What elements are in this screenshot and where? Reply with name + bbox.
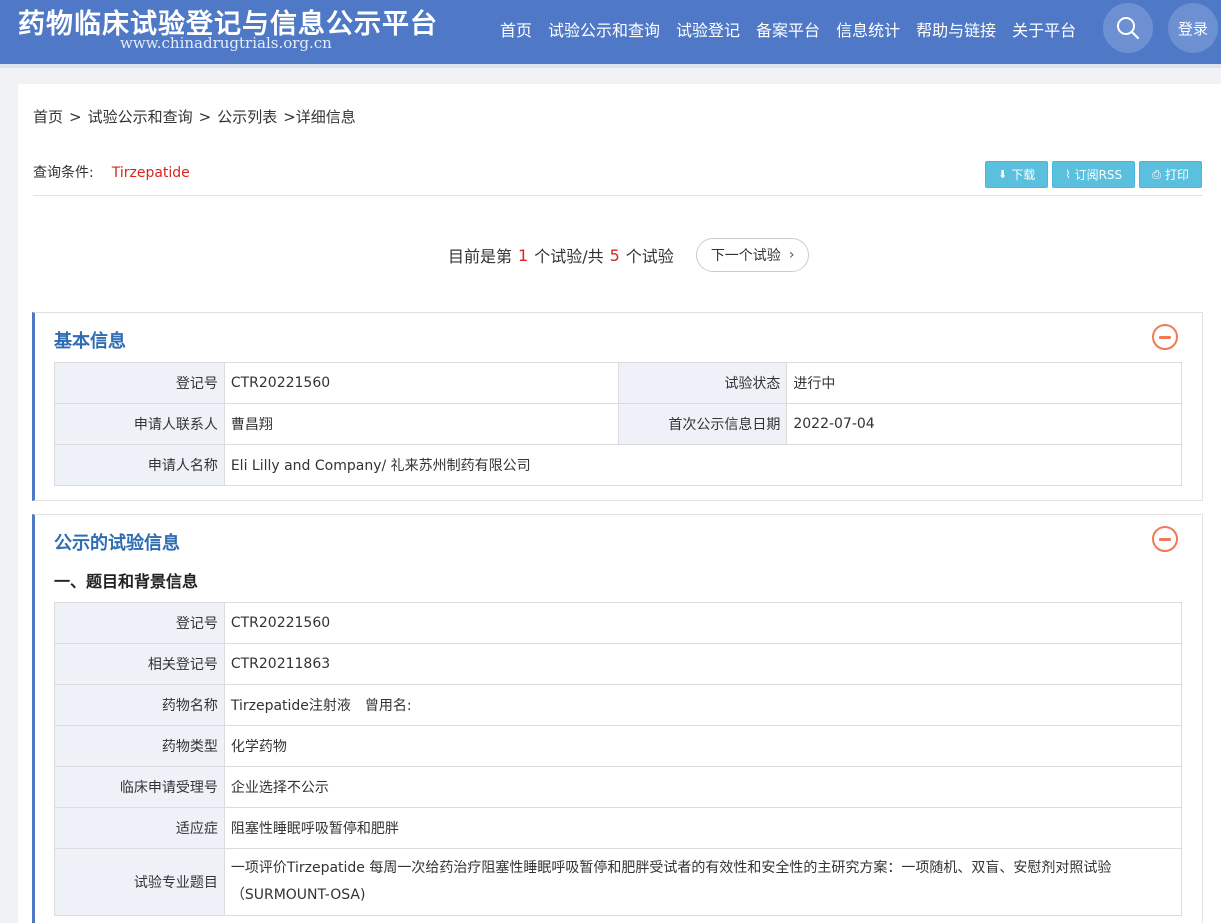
breadcrumb-current: >详细信息	[283, 108, 356, 126]
applicant-name-label: 申请人名称	[54, 444, 225, 486]
breadcrumb-home[interactable]: 首页	[33, 108, 63, 126]
row-label: 登记号	[54, 602, 225, 644]
print-button[interactable]: ⎙ 打印	[1139, 161, 1202, 188]
query-condition: 查询条件: Tirzepatide	[33, 162, 190, 182]
rss-button[interactable]: ⌇ 订阅RSS	[1052, 161, 1136, 188]
nav-item-home[interactable]: 首页	[500, 17, 532, 41]
query-label: 查询条件:	[33, 165, 94, 181]
applicant-contact-value: 曹昌翔	[223, 403, 619, 445]
trial-info-section: 公示的试验信息 一、题目和背景信息 登记号 CTR20221560 相关登记号 …	[32, 514, 1203, 923]
table-row: 申请人名称 Eli Lilly and Company/ 礼来苏州制药有限公司	[54, 444, 1183, 486]
applicant-name-value: Eli Lilly and Company/ 礼来苏州制药有限公司	[223, 444, 1183, 486]
row-label: 药物名称	[54, 684, 225, 726]
table-row: 申请人联系人 曹昌翔 首次公示信息日期 2022-07-04	[54, 403, 1182, 445]
row-label: 临床申请受理号	[54, 766, 225, 808]
download-label: 下载	[1011, 168, 1036, 182]
table-row: 试验专业题目 一项评价Tirzepatide 每周一次给药治疗阻塞性睡眠呼吸暂停…	[54, 848, 1183, 916]
search-button[interactable]	[1103, 3, 1153, 53]
action-buttons: ⬇ 下载 ⌇ 订阅RSS ⎙ 打印	[984, 161, 1202, 188]
basic-info-section: 基本信息 登记号 CTR20221560 试验状态 进行中 申请人联系人 曹昌翔…	[32, 312, 1203, 501]
pager-prefix: 目前是第	[448, 247, 513, 266]
table-row: 药物名称 Tirzepatide注射液 曾用名:	[54, 684, 1183, 726]
minus-circle-icon[interactable]	[1152, 324, 1178, 350]
breadcrumb: 首页 > 试验公示和查询 > 公示列表 >详细信息	[33, 106, 356, 127]
nav-item-trial-query[interactable]: 试验公示和查询	[548, 17, 660, 41]
table-row: 药物类型 化学药物	[54, 725, 1183, 767]
section-subtitle: 一、题目和背景信息	[54, 572, 199, 591]
trial-pager: 目前是第 1 个试验/共 5 个试验 下一个试验 ›	[448, 238, 810, 272]
divider	[33, 195, 1203, 196]
top-header: 药物临床试验登记与信息公示平台 www.chinadrugtrials.org.…	[0, 0, 1221, 68]
applicant-contact-label: 申请人联系人	[54, 403, 225, 445]
row-value: CTR20211863	[223, 643, 1183, 685]
rss-icon: ⌇	[1065, 168, 1071, 181]
registration-no-value: CTR20221560	[223, 362, 619, 404]
print-icon: ⎙	[1152, 167, 1161, 181]
table-row: 临床申请受理号 企业选择不公示	[54, 766, 1183, 808]
site-url: www.chinadrugtrials.org.cn	[120, 34, 332, 52]
main-nav: 首页 试验公示和查询 试验登记 备案平台 信息统计 帮助与链接 关于平台	[500, 0, 1092, 58]
trial-info-table: 登记号 CTR20221560 相关登记号 CTR20211863 药物名称 T…	[54, 602, 1183, 916]
first-publish-date-label: 首次公示信息日期	[617, 403, 788, 445]
chevron-right-icon: ›	[788, 247, 795, 263]
breadcrumb-trial-query[interactable]: 试验公示和查询	[88, 108, 193, 126]
content-panel: 首页 > 试验公示和查询 > 公示列表 >详细信息 查询条件: Tirzepatide ⬇ 下…	[18, 84, 1221, 923]
search-icon	[1117, 17, 1140, 40]
pager-current: 1	[518, 245, 529, 265]
breadcrumb-separator: >	[69, 108, 82, 126]
breadcrumb-separator: >	[198, 108, 212, 126]
print-label: 打印	[1164, 168, 1189, 182]
pager-middle: 个试验/共	[534, 247, 604, 266]
basic-info-title: 基本信息	[54, 331, 126, 352]
row-value: Tirzepatide注射液 曾用名:	[223, 684, 1183, 726]
row-value: 一项评价Tirzepatide 每周一次给药治疗阻塞性睡眠呼吸暂停和肥胖受试者的…	[223, 848, 1183, 916]
minus-circle-icon[interactable]	[1152, 526, 1178, 552]
table-row: 登记号 CTR20221560 试验状态 进行中	[54, 362, 1182, 404]
row-label: 试验专业题目	[54, 848, 225, 916]
nav-item-trial-register[interactable]: 试验登记	[676, 17, 740, 41]
trial-info-title: 公示的试验信息	[54, 533, 180, 554]
row-value: CTR20221560	[223, 602, 1183, 644]
nav-item-filing[interactable]: 备案平台	[756, 17, 820, 41]
table-row: 适应症 阻塞性睡眠呼吸暂停和肥胖	[54, 807, 1183, 849]
nav-item-help[interactable]: 帮助与链接	[916, 17, 996, 41]
download-icon: ⬇	[997, 168, 1008, 181]
first-publish-date-value: 2022-07-04	[786, 403, 1182, 445]
pager-suffix: 个试验	[625, 247, 674, 266]
table-row: 登记号 CTR20221560	[54, 602, 1183, 644]
row-value: 阻塞性睡眠呼吸暂停和肥胖	[223, 807, 1183, 849]
trial-status-value: 进行中	[786, 362, 1182, 404]
row-label: 相关登记号	[54, 643, 225, 685]
row-value: 化学药物	[223, 725, 1183, 767]
row-label: 适应症	[54, 807, 225, 849]
next-trial-button[interactable]: 下一个试验 ›	[695, 238, 810, 272]
basic-info-table: 登记号 CTR20221560 试验状态 进行中 申请人联系人 曹昌翔 首次公示…	[54, 362, 1183, 486]
breadcrumb-list[interactable]: 公示列表	[217, 108, 277, 126]
trial-status-label: 试验状态	[617, 362, 788, 404]
rss-label: 订阅RSS	[1074, 168, 1123, 182]
nav-item-statistics[interactable]: 信息统计	[836, 17, 900, 41]
query-value: Tirzepatide	[111, 165, 190, 181]
nav-item-about[interactable]: 关于平台	[1012, 17, 1076, 41]
pager-total: 5	[609, 245, 620, 265]
login-button[interactable]: 登录	[1168, 3, 1218, 53]
registration-no-label: 登记号	[54, 362, 225, 404]
table-row: 相关登记号 CTR20211863	[54, 643, 1183, 685]
row-label: 药物类型	[54, 725, 225, 767]
download-button[interactable]: ⬇ 下载	[984, 161, 1049, 188]
next-trial-label: 下一个试验	[710, 248, 781, 264]
row-value: 企业选择不公示	[223, 766, 1183, 808]
